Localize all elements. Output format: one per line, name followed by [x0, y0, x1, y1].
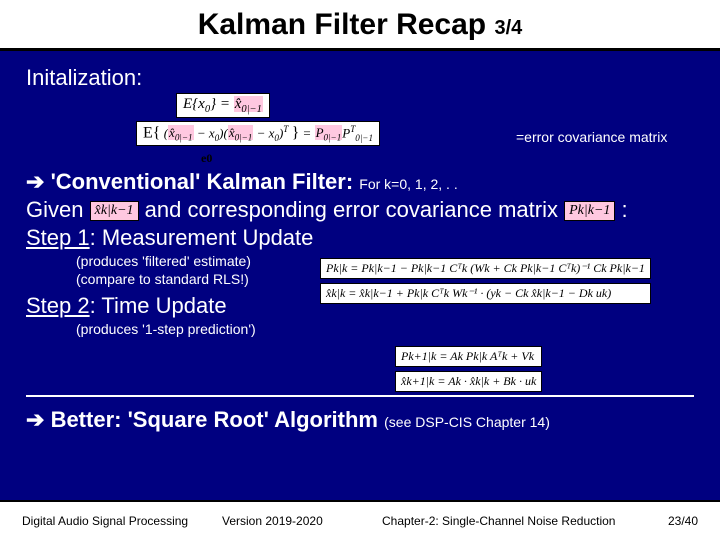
slide-header: Kalman Filter Recap 3/4: [0, 0, 720, 51]
better-note: (see DSP-CIS Chapter 14): [384, 414, 550, 430]
footer: Digital Audio Signal Processing Version …: [0, 500, 720, 540]
step2-note: (produces '1-step prediction'): [76, 321, 694, 337]
step2-label: Step 2: [26, 293, 90, 318]
slide-title: Kalman Filter Recap 3/4: [0, 8, 720, 42]
mu-eq1: Pk|k = Pk|k−1 − Pk|k−1 Cᵀk (Wk + Ck Pk|k…: [320, 258, 651, 279]
tu-eq-block: Pk+1|k = Ak Pk|k Aᵀk + Vk x̂k+1|k = Ak ·…: [395, 346, 542, 392]
step1-rest: : Measurement Update: [90, 225, 314, 250]
slide-content: Initalization: E{x0} = x̂0|−1 E{ (x̂0|−1…: [0, 51, 720, 433]
e0-label: e0: [201, 151, 212, 166]
init-formula-1: E{x0} = x̂0|−1: [176, 93, 270, 118]
xhat-math: x̂k|k−1: [90, 201, 139, 221]
arrow-right-icon: ➔: [26, 169, 44, 194]
better-label: Better: 'Square Root' Algorithm: [51, 407, 378, 432]
given-a: Given: [26, 197, 83, 222]
step2-rest: : Time Update: [90, 293, 227, 318]
error-covariance-label: =error covariance matrix: [516, 129, 667, 145]
step1-line: Step 1: Measurement Update: [26, 225, 694, 251]
eq1-lhs: E{x: [183, 96, 205, 112]
mu-eq-block: Pk|k = Pk|k−1 − Pk|k−1 Cᵀk (Wk + Ck Pk|k…: [320, 258, 651, 304]
conventional-title: 'Conventional' Kalman Filter:: [51, 169, 354, 194]
init-formula-2: E{ (x̂0|−1 − x0)(x̂0|−1 − x0)T } = P0|−1…: [136, 121, 380, 146]
footer-right: Chapter-2: Single-Channel Noise Reductio…: [382, 514, 648, 528]
step1-label: Step 1: [26, 225, 90, 250]
footer-left: Digital Audio Signal Processing: [22, 514, 222, 528]
mu-eq2: x̂k|k = x̂k|k−1 + Pk|k Cᵀk Wk⁻¹ · (yk − …: [320, 283, 651, 304]
eq1-rhs-sub: 0|−1: [241, 104, 261, 115]
footer-page: 23/40: [648, 514, 698, 528]
divider: [26, 395, 694, 397]
given-c: :: [622, 197, 628, 222]
arrow-right-icon-2: ➔: [26, 407, 44, 432]
given-b: and corresponding error covariance matri…: [145, 197, 558, 222]
given-line: Given x̂k|k−1 and corresponding error co…: [26, 197, 694, 223]
eq1-mid: } =: [210, 96, 234, 112]
better-line: ➔ Better: 'Square Root' Algorithm (see D…: [26, 407, 694, 433]
for-k-label: For k=0, 1, 2, . .: [359, 176, 457, 192]
footer-mid: Version 2019-2020: [222, 514, 382, 528]
initialization-label: Initalization:: [26, 65, 694, 91]
tu-eq1: Pk+1|k = Ak Pk|k Aᵀk + Vk: [395, 346, 542, 367]
tu-eq2: x̂k+1|k = Ak · x̂k|k + Bk · uk: [395, 371, 542, 392]
title-sub: 3/4: [494, 17, 522, 39]
initialization-row: E{x0} = x̂0|−1 E{ (x̂0|−1 − x0)(x̂0|−1 −…: [26, 93, 694, 165]
pk-math: Pk|k−1: [564, 201, 615, 221]
title-main: Kalman Filter Recap: [198, 8, 486, 41]
conventional-header: ➔ 'Conventional' Kalman Filter: For k=0,…: [26, 169, 694, 195]
